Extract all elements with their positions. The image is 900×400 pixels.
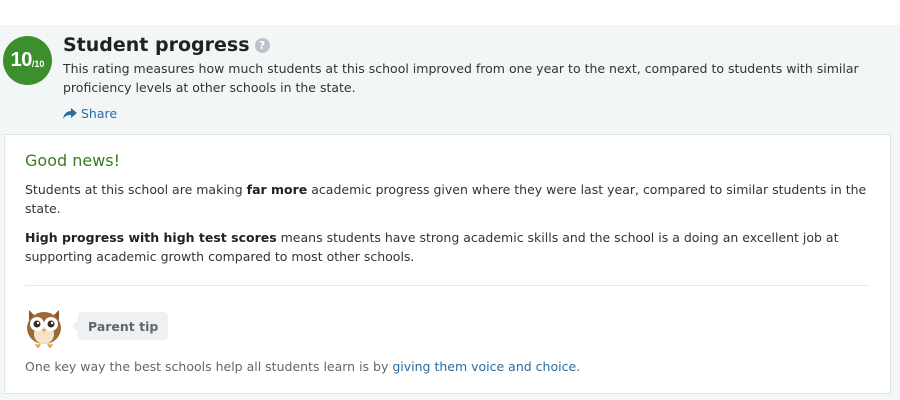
question-circle-icon[interactable]: ? [254, 37, 270, 53]
share-label: Share [81, 106, 118, 121]
progress-explanation-emphasis: High progress with high test scores [25, 230, 277, 245]
rating-badge: 10/10 [3, 36, 52, 85]
share-arrow-icon [63, 108, 77, 119]
voice-and-choice-link[interactable]: giving them voice and choice [392, 359, 576, 374]
rating-description: This rating measures how much students a… [63, 61, 859, 95]
parent-tip-badge: Parent tip [71, 312, 169, 340]
progress-summary: Students at this school are making far m… [25, 180, 875, 218]
parent-tip-text-start: One key way the best schools help all st… [25, 359, 393, 374]
divider [25, 285, 870, 286]
parent-tip-text: One key way the best schools help all st… [25, 359, 580, 374]
owl-icon [27, 310, 61, 348]
parent-tip-text-end: . [576, 359, 581, 374]
rating-score: 10 [10, 49, 33, 71]
section-title-row: Student progress ? [63, 34, 270, 56]
progress-summary-text-1: Students at this school are making [25, 182, 247, 197]
progress-summary-emphasis: far more [246, 182, 308, 197]
progress-explanation: High progress with high test scores mean… [25, 228, 875, 266]
section-title: Student progress [63, 34, 250, 56]
good-news-card: Good news! Students at this school are m… [4, 134, 891, 394]
share-link[interactable]: Share [63, 106, 117, 121]
good-news-heading: Good news! [25, 151, 121, 170]
rating-outof: /10 [31, 59, 45, 69]
